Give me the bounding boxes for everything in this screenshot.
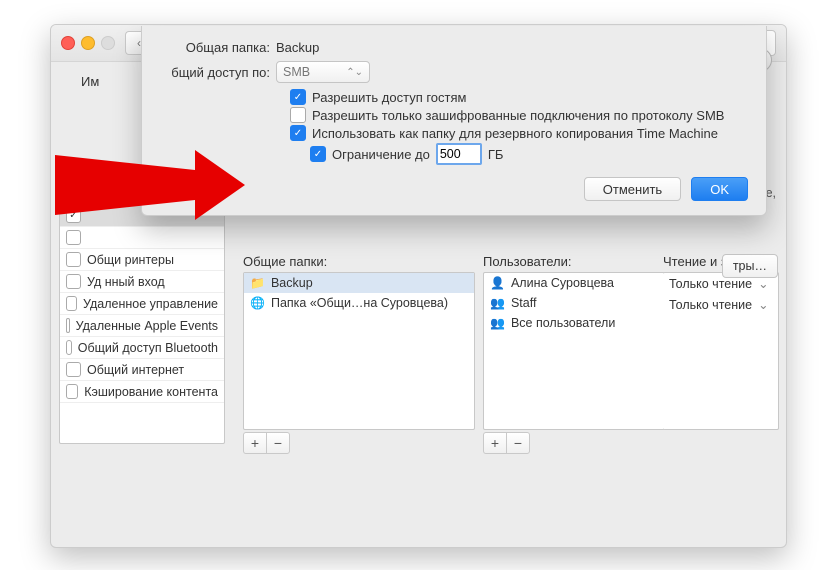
folder-options-sheet: Общая папка: Backup бщий доступ по: SMB … [141,26,767,216]
limit-input[interactable] [436,143,482,165]
service-label: Общи ринтеры [87,253,174,267]
add-user-button[interactable]: + [483,432,506,454]
permissions-list[interactable]: Только чтение Только чтение [663,272,779,430]
remove-folder-button[interactable]: − [266,432,290,454]
chevron-updown-icon: ⌃⌄ [346,67,363,78]
service-checkbox[interactable] [66,340,72,355]
remove-user-button[interactable]: − [506,432,530,454]
folder-label: Backup [271,276,313,290]
service-row[interactable]: Удаленное управление [60,293,224,315]
service-row[interactable]: Общий доступ Bluetooth [60,337,224,359]
limit-option[interactable]: Ограничение до ГБ [310,143,748,165]
minimize-window-button[interactable] [81,36,95,50]
service-row[interactable]: Кэширование контента [60,381,224,403]
group-icon [490,296,505,310]
service-row[interactable] [60,227,224,249]
time-machine-option[interactable]: Использовать как папку для резервного ко… [290,125,748,141]
users-plusminus: + − [483,432,530,454]
guest-access-checkbox[interactable] [290,89,306,105]
permission-item[interactable]: Только чтение [663,294,778,315]
share-via-label: бщий доступ по: [160,65,270,80]
service-row[interactable]: Уд нный вход [60,271,224,293]
folder-item[interactable]: Backup [244,273,474,293]
time-machine-checkbox[interactable] [290,125,306,141]
folder-item[interactable]: Папка «Общи…на Суровцева) [244,293,474,313]
service-checkbox[interactable] [66,208,81,223]
add-folder-button[interactable]: + [243,432,266,454]
guest-access-option[interactable]: Разрешить доступ гостям [290,89,748,105]
close-window-button[interactable] [61,36,75,50]
ok-button[interactable]: OK [691,177,748,201]
service-label: Удаленные Apple Events [76,319,218,333]
users-label: Пользователи: [483,254,571,269]
service-row[interactable]: Удаленные Apple Events [60,315,224,337]
permission-label: Только чтение [669,298,752,312]
shared-folders-list[interactable]: Backup Папка «Общи…на Суровцева) [243,272,475,430]
service-checkbox[interactable] [66,318,70,333]
window-controls [61,36,115,50]
folder-icon [250,276,265,290]
permission-label: Только чтение [669,277,752,291]
encrypted-smb-option[interactable]: Разрешить только зашифрованные подключен… [290,107,748,123]
folder-label: Папка «Общи…на Суровцева) [271,296,448,310]
shared-folders-label: Общие папки: [243,254,327,269]
user-icon [490,276,505,290]
cancel-button[interactable]: Отменить [584,177,681,201]
service-label: Уд нный вход [87,275,165,289]
share-via-select[interactable]: SMB ⌃⌄ [276,61,370,83]
folders-plusminus: + − [243,432,290,454]
user-label: Все пользователи [511,316,615,330]
user-label: Алина Суровцева [511,276,614,290]
service-checkbox[interactable] [66,186,81,201]
encrypted-smb-checkbox[interactable] [290,107,306,123]
service-checkbox[interactable] [66,362,81,377]
globe-icon [250,296,265,310]
service-row[interactable]: Общий интернет [60,359,224,381]
service-label: Общий интернет [87,363,184,377]
services-list[interactable]: Общи ринтеры Уд нный вход Удаленное управл… [59,182,225,444]
shared-folder-value: Backup [276,40,319,55]
service-checkbox[interactable] [66,230,81,245]
service-label: Кэширование контента [84,385,218,399]
service-label: Общий доступ Bluetooth [78,341,218,355]
options-button[interactable]: тры… [722,254,778,278]
service-checkbox[interactable] [66,274,81,289]
service-checkbox[interactable] [66,384,78,399]
chevron-down-icon [758,297,768,312]
service-label: Удаленное управление [83,297,218,311]
zoom-window-button[interactable] [101,36,115,50]
prefs-window: ‹ › ⋮⋮⋮ Общий доступ 🔍 Им Вкл. Общи ринт… [50,24,787,548]
service-checkbox[interactable] [66,296,77,311]
shared-folder-label: Общая папка: [160,40,270,55]
computer-name-label: Им [81,74,99,89]
group-icon [490,316,505,330]
limit-checkbox[interactable] [310,146,326,162]
user-label: Staff [511,296,536,310]
user-item[interactable]: Алина Суровцева [484,273,664,293]
chevron-down-icon [758,276,768,291]
user-item[interactable]: Все пользователи [484,313,664,333]
users-list[interactable]: Алина Суровцева Staff Все пользователи [483,272,665,430]
service-row[interactable]: Общи ринтеры [60,249,224,271]
service-checkbox[interactable] [66,252,81,267]
user-item[interactable]: Staff [484,293,664,313]
